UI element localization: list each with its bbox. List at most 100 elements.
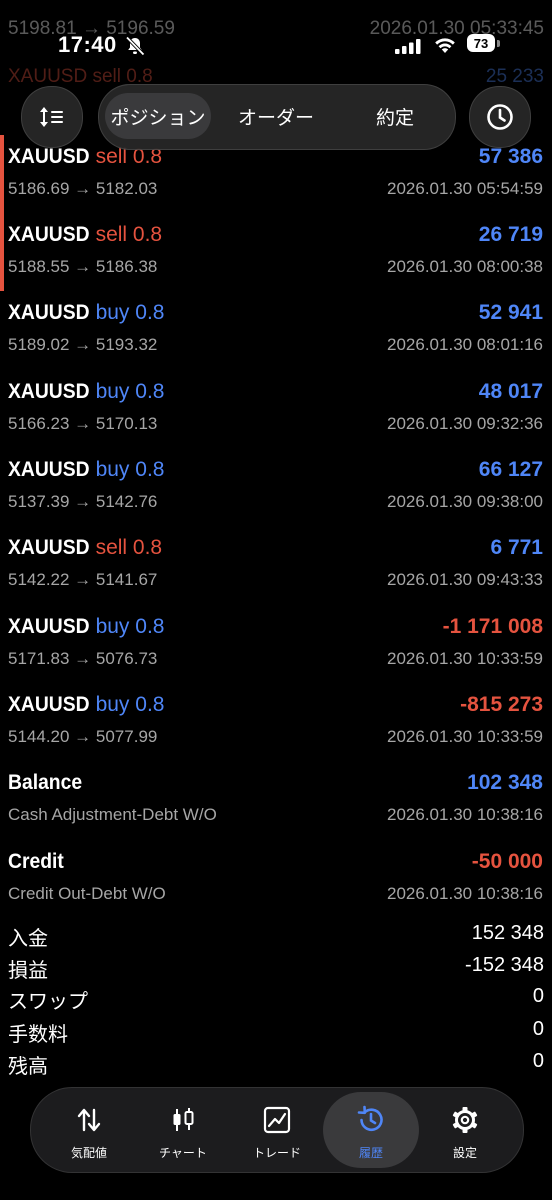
deal-prices: 5166.23 → 5170.13 xyxy=(8,414,158,433)
deal-prices: 5137.39 → 5142.76 xyxy=(8,492,158,511)
deal-amount: 102 348 xyxy=(467,771,543,794)
deal-prices: 5186.69 → 5182.03 xyxy=(8,179,158,198)
summary-commission: 手数料 0 xyxy=(8,1018,544,1050)
deal-profit: -815 273 xyxy=(460,693,543,716)
summary-label: 損益 xyxy=(8,960,48,982)
deal-profit: -1 171 008 xyxy=(442,615,543,638)
deal-comment: Cash Adjustment-Debt W/O xyxy=(8,805,217,824)
deal-row[interactable]: XAUUSD sell 0.8 6 771 5142.22 → 5141.67 … xyxy=(0,526,552,604)
deal-symbol: XAUUSD xyxy=(8,301,90,324)
tab-label: チャート xyxy=(159,1146,207,1160)
deal-type: Balance xyxy=(8,771,83,794)
deal-profit: 6 771 xyxy=(490,536,543,559)
deal-side: buy 0.8 xyxy=(95,615,165,638)
deal-symbol: XAUUSD xyxy=(8,223,90,246)
summary-profit: 損益 -152 348 xyxy=(8,954,544,986)
deal-comment: Credit Out-Debt W/O xyxy=(8,884,166,903)
bell-slash-icon xyxy=(125,36,145,56)
deal-time: 2026.01.30 10:33:59 xyxy=(387,649,543,668)
tab-history[interactable]: 履歴 xyxy=(323,1092,419,1168)
deal-row[interactable]: XAUUSD buy 0.8 52 941 5189.02 → 5193.32 … xyxy=(0,291,552,369)
clock-icon xyxy=(487,104,513,130)
deal-time: 2026.01.30 10:33:59 xyxy=(387,727,543,746)
wifi-icon xyxy=(435,38,455,53)
summary-value: -152 348 xyxy=(465,954,544,976)
deal-symbol: XAUUSD xyxy=(8,145,90,168)
deal-type: Credit xyxy=(8,850,64,873)
sort-icon xyxy=(40,107,63,127)
tab-quotes[interactable]: 気配値 xyxy=(41,1092,137,1168)
bottom-tab-bar: 気配値 チャート トレード 履歴 設定 xyxy=(30,1087,524,1173)
tab-label: 履歴 xyxy=(358,1146,383,1160)
row-accent-bar xyxy=(0,213,4,291)
battery-tip xyxy=(497,40,500,47)
cellular-signal-icon xyxy=(395,39,421,54)
gear-icon xyxy=(452,1107,478,1133)
deal-time: 2026.01.30 10:38:16 xyxy=(387,805,543,824)
deal-profit: 66 127 xyxy=(478,458,543,481)
deal-symbol: XAUUSD xyxy=(8,536,90,559)
summary-label: スワップ xyxy=(8,991,88,1013)
summary-value: 152 348 xyxy=(471,922,544,944)
row-accent-bar xyxy=(0,135,4,213)
deal-prices: 5142.22 → 5141.67 xyxy=(8,570,158,589)
status-time: 17:40 xyxy=(58,32,117,57)
deal-prices: 5188.55 → 5186.38 xyxy=(8,257,158,276)
deal-profit: 52 941 xyxy=(478,301,543,324)
tab-positions[interactable]: ポジション xyxy=(105,93,211,139)
summary-value: 0 xyxy=(532,1050,544,1072)
tab-settings[interactable]: 設定 xyxy=(417,1092,513,1168)
candlestick-icon xyxy=(173,1108,194,1131)
tab-chart[interactable]: チャート xyxy=(135,1092,231,1168)
tab-trade[interactable]: トレード xyxy=(229,1092,325,1168)
deal-row[interactable]: XAUUSD buy 0.8 -1 171 008 5171.83 → 5076… xyxy=(0,605,552,683)
deal-row[interactable]: XAUUSD sell 0.8 26 719 5188.55 → 5186.38… xyxy=(0,213,552,291)
balance-row[interactable]: Balance 102 348 Cash Adjustment-Debt W/O… xyxy=(0,761,552,839)
deal-prices: 5171.83 → 5076.73 xyxy=(8,649,158,668)
deal-row[interactable]: XAUUSD buy 0.8 66 127 5137.39 → 5142.76 … xyxy=(0,448,552,526)
deal-time: 2026.01.30 09:32:36 xyxy=(387,414,543,433)
summary-deposit: 入金 152 348 xyxy=(8,922,544,954)
summary-balance: 残高 0 xyxy=(8,1050,544,1082)
deal-side: sell 0.8 xyxy=(95,223,163,246)
credit-row[interactable]: Credit -50 000 Credit Out-Debt W/O 2026.… xyxy=(0,840,552,918)
sort-button[interactable] xyxy=(21,86,83,148)
deal-time: 2026.01.30 09:43:33 xyxy=(387,570,543,589)
tab-label: トレード xyxy=(252,1146,301,1160)
deal-time: 2026.01.30 10:38:16 xyxy=(387,884,543,903)
deal-side: buy 0.8 xyxy=(95,458,165,481)
deal-amount: -50 000 xyxy=(471,850,543,873)
faded-profit: 25 233 xyxy=(485,66,544,87)
deal-profit: 26 719 xyxy=(478,223,543,246)
deal-time: 2026.01.30 09:38:00 xyxy=(387,492,543,511)
deal-side: buy 0.8 xyxy=(95,301,165,324)
history-icon xyxy=(357,1105,383,1132)
summary-value: 0 xyxy=(532,1018,544,1040)
deal-row[interactable]: XAUUSD buy 0.8 -815 273 5144.20 → 5077.9… xyxy=(0,683,552,761)
deal-time: 2026.01.30 08:01:16 xyxy=(387,335,543,354)
quotes-arrows-icon xyxy=(77,1108,101,1132)
deal-side: buy 0.8 xyxy=(95,693,165,716)
summary-swap: スワップ 0 xyxy=(8,985,544,1017)
tab-label: 設定 xyxy=(452,1146,477,1160)
deal-symbol: XAUUSD xyxy=(8,380,90,403)
deal-symbol: XAUUSD xyxy=(8,693,90,716)
deal-prices: 5144.20 → 5077.99 xyxy=(8,727,158,746)
deal-side: buy 0.8 xyxy=(95,380,165,403)
trade-chart-icon xyxy=(263,1106,291,1134)
tab-label: 気配値 xyxy=(70,1146,107,1160)
deal-symbol: XAUUSD xyxy=(8,615,90,638)
summary-label: 入金 xyxy=(8,928,48,950)
deal-profit: 57 386 xyxy=(478,145,543,168)
tab-orders[interactable]: オーダー xyxy=(225,93,327,139)
deal-prices: 5189.02 → 5193.32 xyxy=(8,335,158,354)
deal-time: 2026.01.30 05:54:59 xyxy=(387,179,543,198)
deal-time: 2026.01.30 08:00:38 xyxy=(387,257,543,276)
history-segmented-control: ポジション オーダー 約定 xyxy=(98,84,456,150)
deal-row[interactable]: XAUUSD buy 0.8 48 017 5166.23 → 5170.13 … xyxy=(0,370,552,448)
period-button[interactable] xyxy=(469,86,531,148)
tab-deals[interactable]: 約定 xyxy=(353,93,437,139)
summary-label: 残高 xyxy=(8,1056,48,1078)
status-bar: 17:40 73 xyxy=(0,28,552,64)
deal-side: sell 0.8 xyxy=(95,536,163,559)
